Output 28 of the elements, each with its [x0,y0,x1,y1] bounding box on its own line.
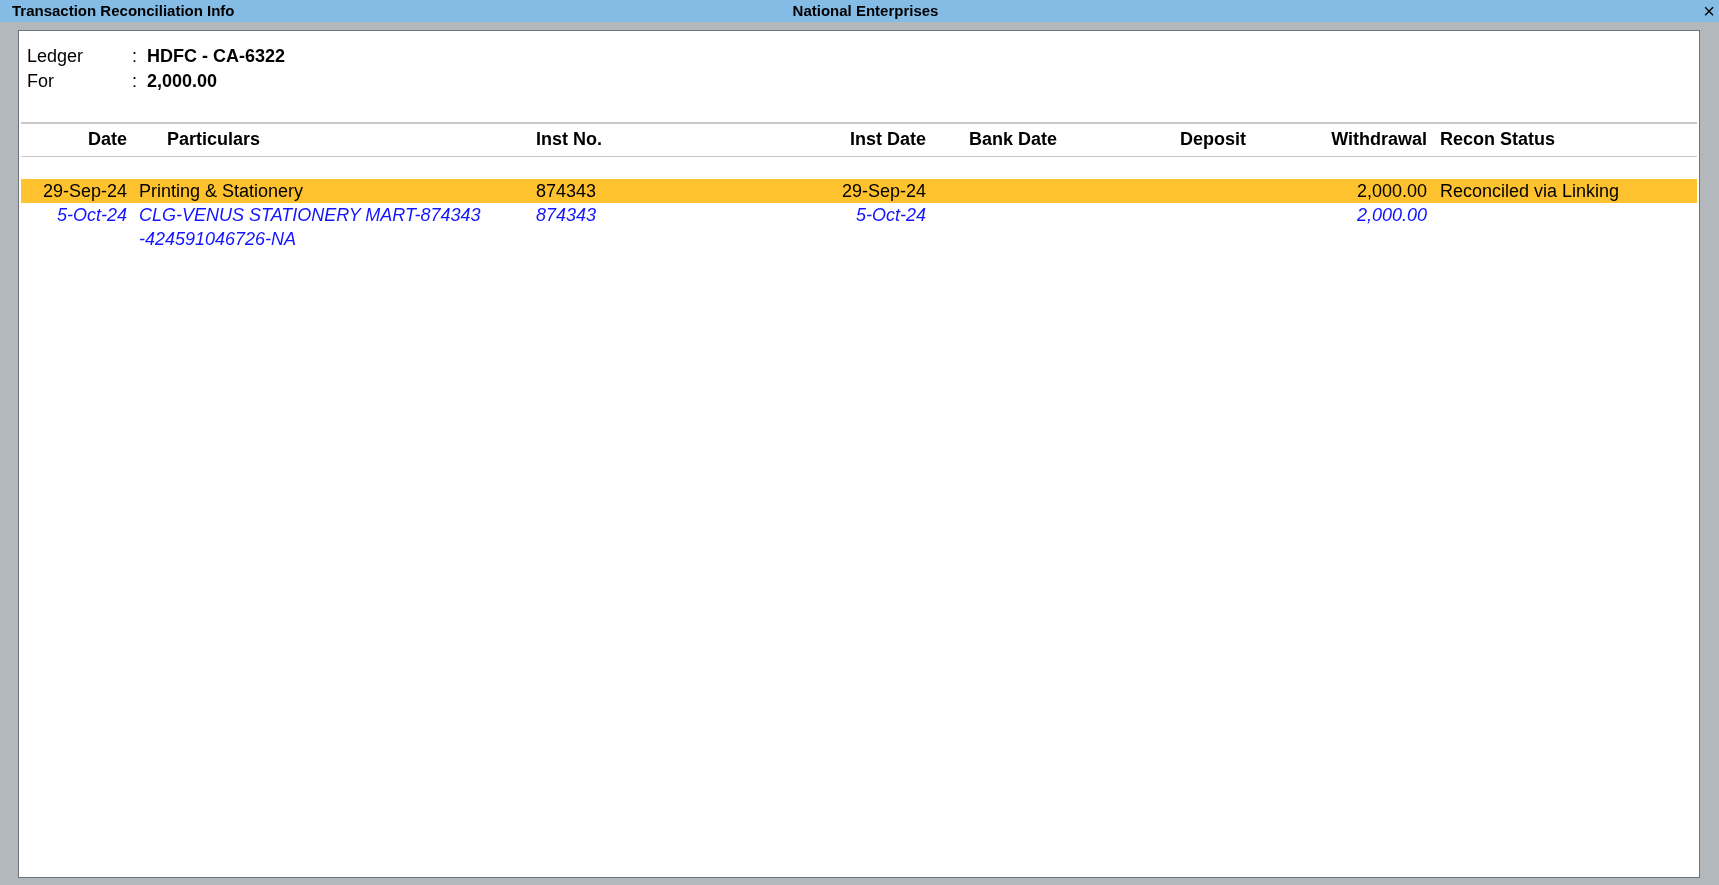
withdrawal-cell: 2,000.00 [1356,181,1427,201]
column-header: Deposit [1180,129,1246,149]
inst-no-cell: 874343 [536,181,597,201]
column-header: Withdrawal [1331,129,1427,149]
company-name: National Enterprises [792,1,939,21]
date-cell: 29-Sep-24 [42,181,127,201]
particulars-cell-text: CLG-VENUS STATIONERY MART-874343 -424591046726-NA [139,204,481,251]
column-header: Date [88,129,127,149]
column-header: Particulars [167,129,261,149]
separator: : [132,45,138,68]
close-button[interactable]: × [1699,1,1719,22]
field-label: Ledger [27,45,85,68]
column-header: Inst Date [849,129,926,149]
inst-no-cell: 874343 [536,205,597,225]
date-cell: 5-Oct-24 [56,205,127,225]
field-value: 2,000.00 [147,70,219,93]
column-header: Recon Status [1440,129,1556,149]
inst-date-cell: 29-Sep-24 [841,181,926,201]
separator: : [132,70,138,93]
window-title: Transaction Reconciliation Info [12,1,236,21]
recon-status-cell: Reconciled via Linking [1440,181,1620,201]
inst-date-cell: 5-Oct-24 [855,205,926,225]
column-header: Inst No. [536,129,602,149]
withdrawal-cell: 2,000.00 [1356,205,1427,225]
field-label: For [27,70,55,93]
column-header: Bank Date [969,129,1058,149]
field-value: HDFC - CA-6322 [147,45,287,68]
particulars-cell-text: Printing & Stationery [139,180,304,203]
